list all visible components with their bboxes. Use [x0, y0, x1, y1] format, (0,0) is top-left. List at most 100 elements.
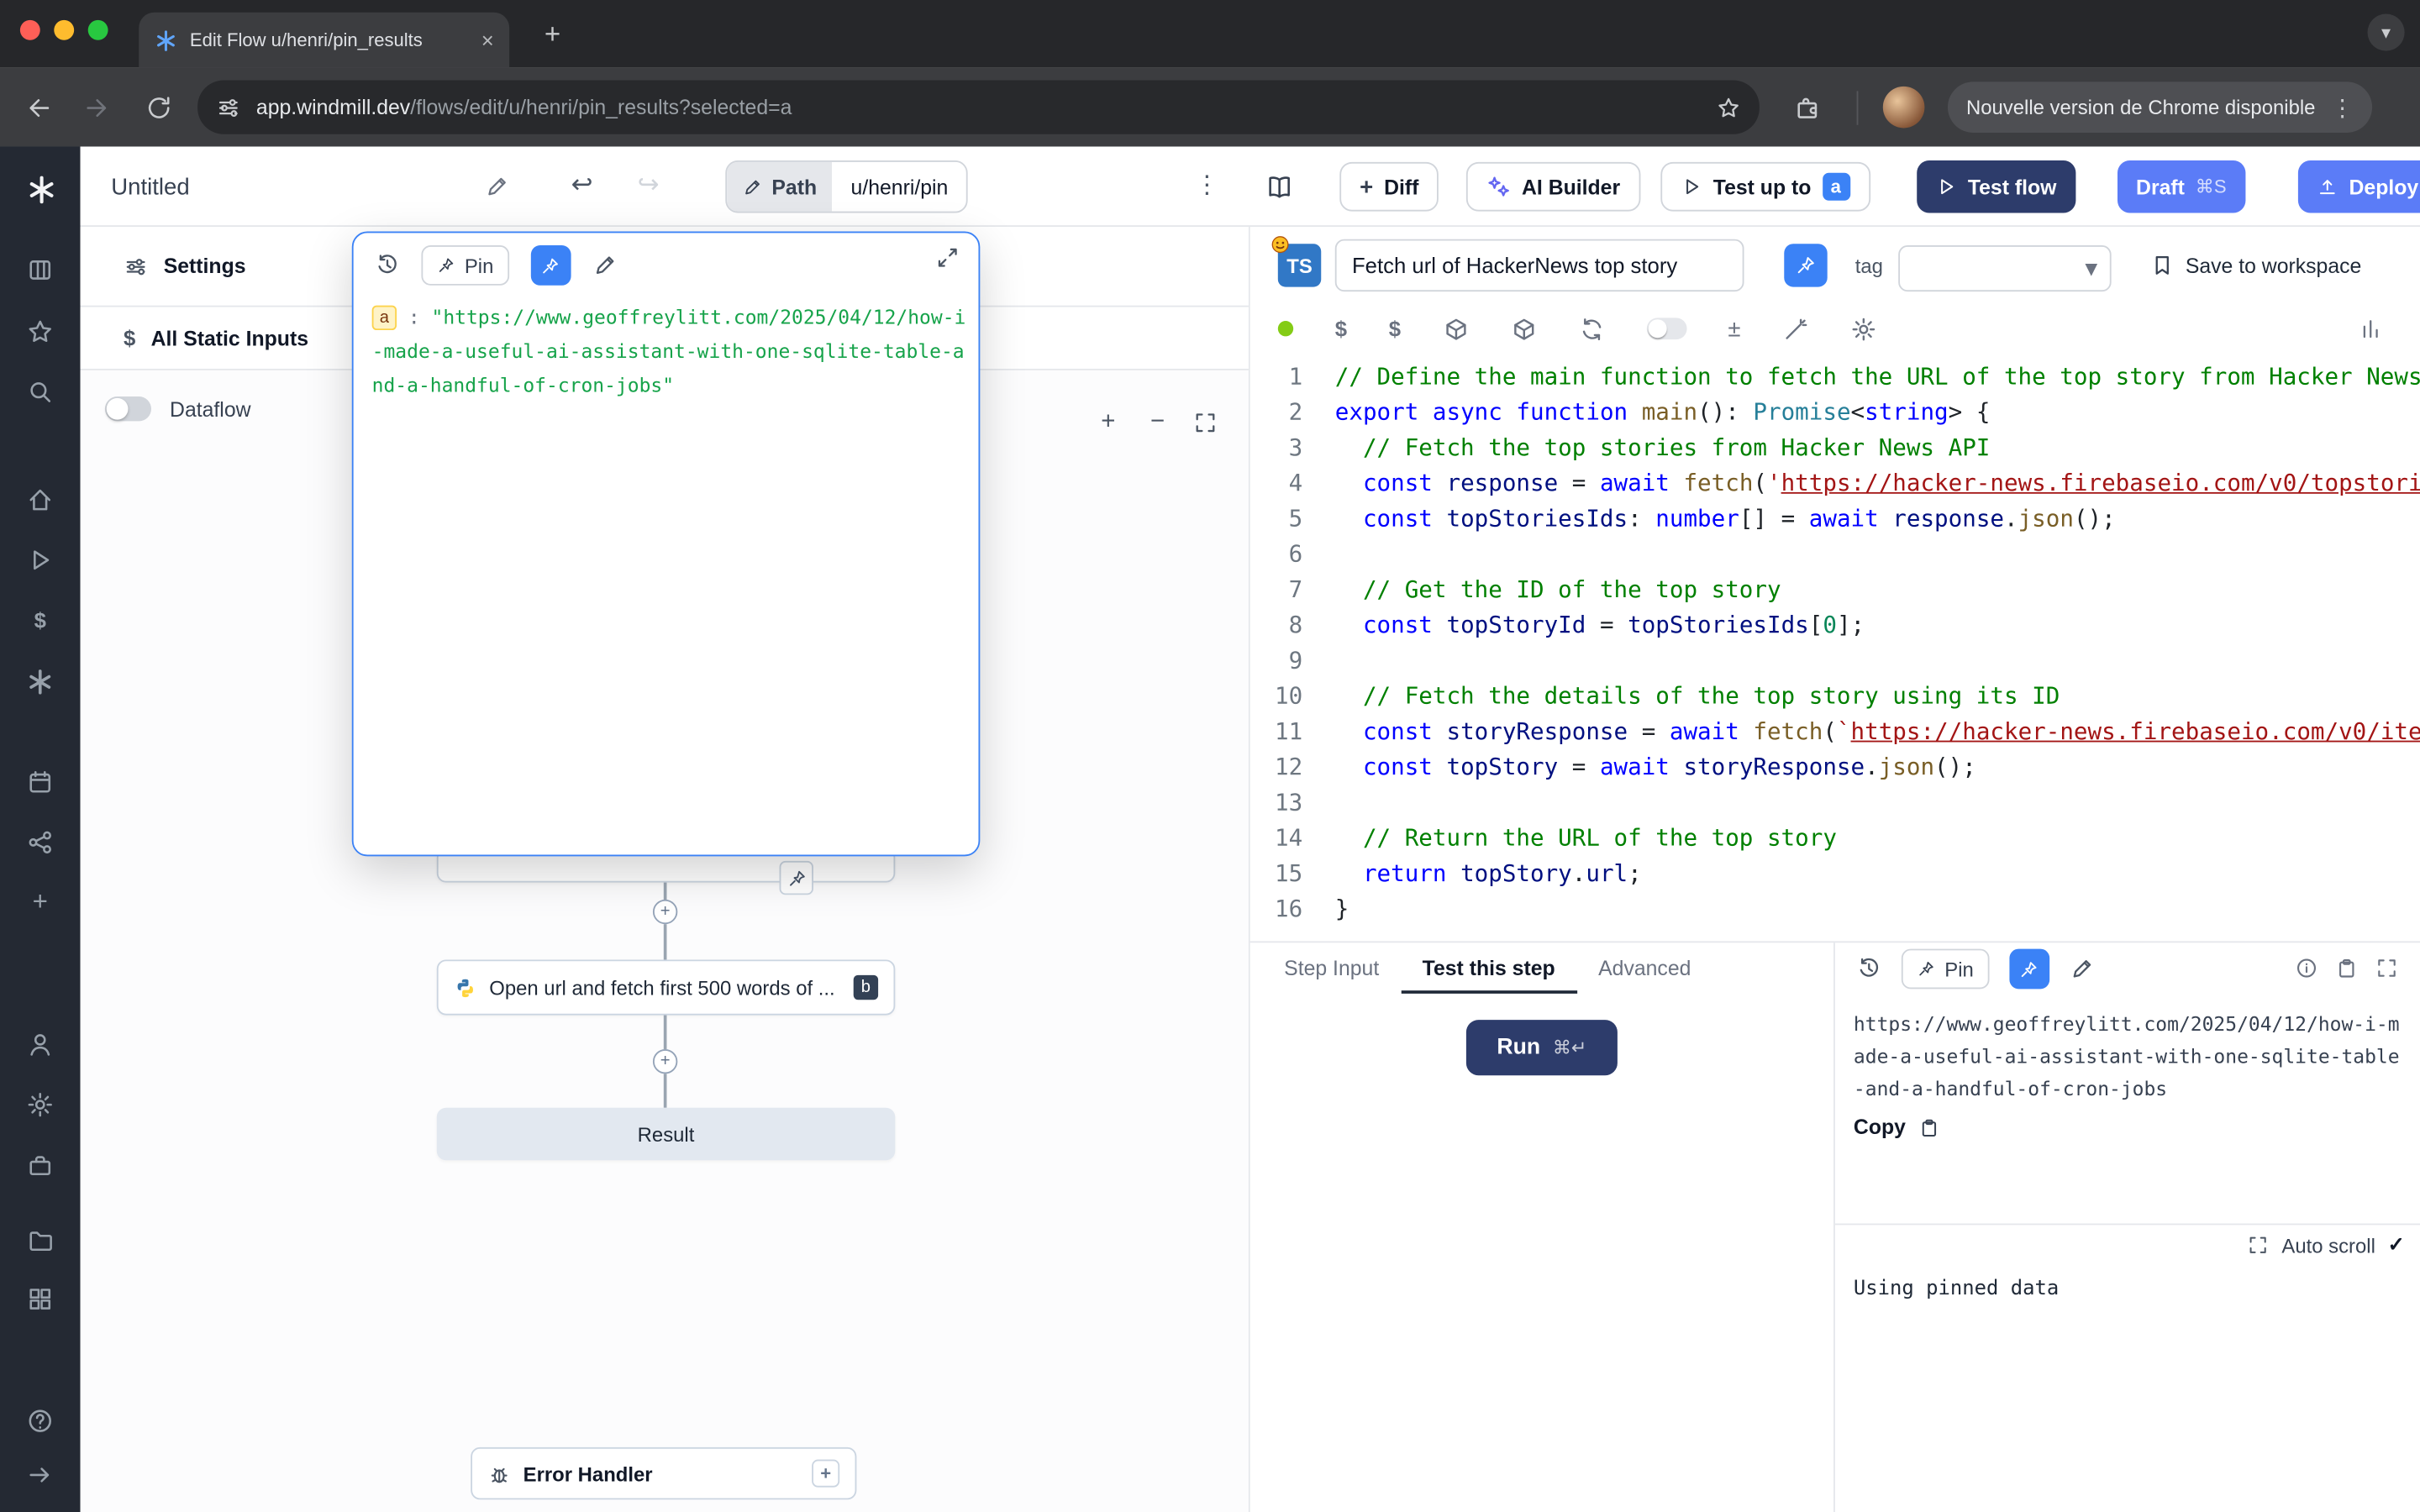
header-pin-button[interactable] — [1784, 244, 1827, 286]
step-summary-input[interactable] — [1335, 239, 1744, 291]
package-icon[interactable] — [1443, 316, 1469, 342]
back-button[interactable] — [24, 94, 52, 122]
code-line[interactable]: 13 — [1250, 785, 2420, 821]
insert-step-button[interactable]: + — [653, 900, 677, 924]
expand-popup-icon[interactable] — [935, 245, 960, 270]
tab-advanced[interactable]: Advanced — [1576, 942, 1712, 994]
code-editor[interactable]: 1// Define the main function to fetch th… — [1250, 360, 2420, 941]
sidebar-search-icon[interactable] — [26, 378, 54, 406]
run-button[interactable]: Run ⌘↵ — [1466, 1020, 1618, 1075]
ai-builder-button[interactable]: AI Builder — [1466, 162, 1640, 212]
deploy-button[interactable]: Deploy — [2298, 160, 2420, 213]
sidebar-folder-icon[interactable] — [26, 1226, 54, 1254]
edit-pencil-icon[interactable] — [592, 253, 617, 277]
package-icon[interactable] — [1510, 316, 1536, 342]
code-line[interactable]: 12 const topStory = await storyResponse.… — [1250, 750, 2420, 785]
forward-button[interactable] — [83, 94, 111, 122]
pinned-arg-content[interactable]: a : "https://www.geoffreylitt.com/2025/0… — [372, 301, 966, 402]
tab-step-input[interactable]: Step Input — [1262, 942, 1401, 994]
pinned-active-button[interactable] — [530, 245, 571, 286]
sidebar-person-icon[interactable] — [26, 1031, 54, 1058]
insert-step-button[interactable]: + — [653, 1049, 677, 1074]
code-line[interactable]: 6 — [1250, 537, 2420, 572]
sidebar-windmill-icon[interactable] — [26, 668, 54, 696]
code-line[interactable]: 16} — [1250, 892, 2420, 927]
history-icon[interactable] — [1857, 957, 1881, 981]
sidebar-calendar-icon[interactable] — [26, 769, 54, 796]
undo-button[interactable]: ↩ — [571, 170, 593, 201]
history-icon[interactable] — [375, 253, 399, 277]
tab-test-this-step[interactable]: Test this step — [1401, 942, 1576, 994]
code-line[interactable]: 4 const response = await fetch('https://… — [1250, 466, 2420, 501]
url-bar[interactable]: app.windmill.dev/flows/edit/u/henri/pin_… — [197, 81, 1760, 134]
chrome-update-chip[interactable]: Nouvelle version de Chrome disponible ⋮ — [1948, 81, 2372, 133]
code-line[interactable]: 15 return topStory.url; — [1250, 856, 2420, 891]
sidebar-plus-glyph-icon[interactable]: + — [26, 889, 54, 916]
code-line[interactable]: 1// Define the main function to fetch th… — [1250, 360, 2420, 395]
editor-toggle[interactable] — [1646, 318, 1686, 339]
code-line[interactable]: 9 — [1250, 643, 2420, 679]
reload-button[interactable] — [145, 94, 173, 122]
sidebar-play-icon[interactable] — [26, 546, 54, 574]
sidebar-home-icon[interactable] — [26, 486, 54, 514]
sidebar-grid-icon[interactable] — [26, 1285, 54, 1313]
refresh-icon[interactable] — [1578, 316, 1604, 342]
code-line[interactable]: 7 // Get the ID of the top story — [1250, 572, 2420, 607]
check-icon[interactable]: ✓ — [2388, 1233, 2405, 1257]
window-close-button[interactable] — [20, 20, 40, 40]
code-line[interactable]: 2export async function main(): Promise<s… — [1250, 395, 2420, 430]
test-flow-button[interactable]: Test flow — [1917, 160, 2075, 213]
test-up-to-button[interactable]: Test up to a — [1660, 162, 1870, 212]
node-a-pin-badge[interactable] — [780, 861, 813, 895]
profile-avatar[interactable] — [1883, 87, 1925, 129]
new-tab-button[interactable]: + — [534, 15, 571, 52]
error-handler-node[interactable]: Error Handler + — [471, 1447, 856, 1499]
add-error-handler-button[interactable]: + — [812, 1460, 839, 1488]
code-line[interactable]: 5 const topStoriesIds: number[] = await … — [1250, 501, 2420, 537]
path-control[interactable]: Path u/henri/pin — [725, 160, 968, 213]
code-line[interactable]: 14 // Return the URL of the top story — [1250, 821, 2420, 856]
code-line[interactable]: 3 // Fetch the top stories from Hacker N… — [1250, 430, 2420, 465]
edit-name-pencil-icon[interactable] — [485, 175, 509, 199]
zoom-out-button[interactable]: − — [1144, 409, 1171, 437]
sidebar-arrow-right-icon[interactable] — [26, 1461, 54, 1488]
redo-button[interactable]: ↪ — [638, 170, 660, 201]
expand-icon[interactable] — [2375, 957, 2399, 980]
copy-button[interactable]: Copy — [1854, 1116, 1939, 1139]
docs-book-icon[interactable] — [1265, 173, 1293, 201]
diff-plus-minus-icon[interactable]: ± — [1728, 316, 1740, 342]
copy-clipboard-icon[interactable] — [2335, 957, 2359, 980]
node-b[interactable]: Open url and fetch first 500 words of ..… — [437, 959, 896, 1015]
dollar-icon[interactable]: $ — [1389, 317, 1401, 341]
tab-close-icon[interactable]: × — [481, 28, 494, 52]
fit-view-icon[interactable] — [1193, 411, 1218, 435]
save-to-workspace-button[interactable]: Save to workspace — [2150, 227, 2362, 304]
browser-tab[interactable]: Edit Flow u/henri/pin_results × — [139, 13, 509, 68]
tab-search-button[interactable]: ▾ — [2368, 14, 2405, 51]
result-node[interactable]: Result — [437, 1108, 896, 1160]
zoom-in-button[interactable]: + — [1094, 409, 1122, 437]
pin-button[interactable]: Pin — [1902, 949, 1989, 990]
window-minimize-button[interactable] — [54, 20, 74, 40]
sidebar-gear-icon[interactable] — [26, 1091, 54, 1119]
edit-pencil-icon[interactable] — [2070, 957, 2094, 981]
pinned-active-button[interactable] — [2009, 949, 2049, 990]
expand-logs-icon[interactable] — [2248, 1234, 2270, 1256]
dataflow-toggle[interactable] — [105, 396, 151, 421]
browser-menu-icon[interactable]: ⋮ — [2331, 93, 2354, 121]
ai-wand-icon[interactable] — [1782, 316, 1808, 342]
windmill-logo-icon[interactable] — [26, 175, 57, 206]
tag-select[interactable]: ▾ — [1898, 245, 2111, 291]
window-zoom-button[interactable] — [88, 20, 108, 40]
diff-button[interactable]: + Diff — [1339, 162, 1439, 212]
more-options-icon[interactable]: ⋮ — [1195, 170, 1219, 201]
sidebar-help-icon[interactable] — [26, 1407, 54, 1435]
sidebar-panels-icon[interactable] — [26, 256, 54, 284]
pin-button[interactable]: Pin — [421, 245, 508, 286]
sidebar-briefcase-icon[interactable] — [26, 1152, 54, 1180]
gear-icon[interactable] — [1850, 316, 1876, 342]
extensions-puzzle-icon[interactable] — [1793, 94, 1821, 122]
draft-button[interactable]: Draft ⌘S — [2118, 160, 2245, 213]
sidebar-star-icon[interactable] — [26, 318, 54, 345]
bookmark-star-icon[interactable] — [1716, 95, 1740, 119]
